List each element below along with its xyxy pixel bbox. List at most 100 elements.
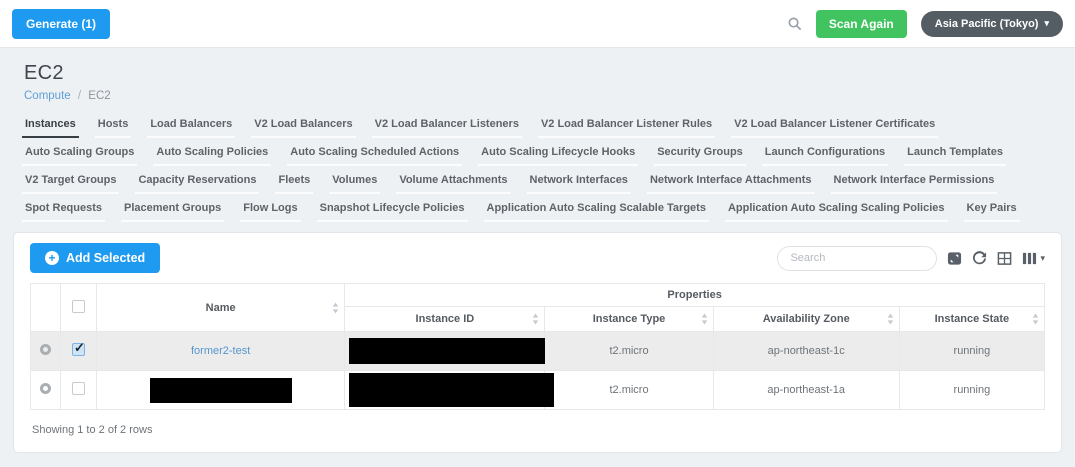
column-label: Availability Zone — [762, 313, 850, 325]
region-label: Asia Pacific (Tokyo) — [934, 17, 1039, 30]
tab-v2-load-balancer-listeners[interactable]: V2 Load Balancer Listeners — [371, 110, 522, 138]
tab-auto-scaling-lifecycle-hooks[interactable]: Auto Scaling Lifecycle Hooks — [478, 138, 639, 166]
table-card: + Add Selected ▾ — [13, 232, 1062, 453]
tab-auto-scaling-scheduled-actions[interactable]: Auto Scaling Scheduled Actions — [287, 138, 463, 166]
row-checkbox[interactable]: ✓ — [72, 382, 86, 395]
tab-flow-logs[interactable]: Flow Logs — [240, 194, 301, 222]
availability-zone-cell: ap-northeast-1a — [712, 370, 900, 410]
instance-name-link[interactable]: former2-test — [191, 345, 250, 357]
column-header-instance-type[interactable]: Instance Type — [544, 306, 714, 332]
column-header-name[interactable]: Name — [96, 283, 346, 332]
column-header-instance-id[interactable]: Instance ID — [344, 306, 546, 332]
sort-icon — [701, 313, 708, 325]
generate-button[interactable]: Generate (1) — [12, 8, 111, 39]
select-all-header: ✓ — [60, 283, 98, 332]
tab-v2-load-balancer-listener-certificates[interactable]: V2 Load Balancer Listener Certificates — [731, 110, 939, 138]
tab-snapshot-lifecycle-policies[interactable]: Snapshot Lifecycle Policies — [316, 194, 468, 222]
tab-launch-templates[interactable]: Launch Templates — [904, 138, 1006, 166]
expand-cell — [29, 370, 62, 410]
tab-auto-scaling-groups[interactable]: Auto Scaling Groups — [22, 138, 138, 166]
tab-volumes[interactable]: Volumes — [329, 166, 381, 194]
sort-icon — [1032, 313, 1039, 325]
add-selected-button[interactable]: + Add Selected — [30, 243, 161, 273]
search-icon[interactable] — [787, 16, 802, 31]
column-label: Instance ID — [415, 313, 475, 325]
tab-network-interface-permissions[interactable]: Network Interface Permissions — [830, 166, 998, 194]
row-checkbox[interactable]: ✓ — [72, 340, 86, 356]
tab-load-balancers[interactable]: Load Balancers — [147, 110, 236, 138]
table-row: ✓ t2.micro ap-northeast-1a running — [29, 370, 1046, 410]
availability-zone-cell: ap-northeast-1c — [712, 331, 900, 371]
card-toolbar: + Add Selected ▾ — [30, 243, 1045, 273]
table-toolbar-right: ▾ — [777, 245, 1045, 271]
column-label: Name — [205, 301, 236, 314]
tab-security-groups[interactable]: Security Groups — [654, 138, 746, 166]
tab-network-interface-attachments[interactable]: Network Interface Attachments — [646, 166, 815, 194]
tab-v2-load-balancers[interactable]: V2 Load Balancers — [251, 110, 356, 138]
tab-v2-target-groups[interactable]: V2 Target Groups — [22, 166, 120, 194]
column-label: Instance Type — [592, 313, 666, 325]
instances-table: ✓ Name Properties Instance ID Insta — [29, 283, 1046, 410]
tab-key-pairs[interactable]: Key Pairs — [963, 194, 1020, 222]
column-group-properties: Properties — [344, 283, 1045, 307]
column-label: Instance State — [934, 313, 1010, 325]
sort-icon — [887, 313, 894, 325]
breadcrumb-separator: / — [77, 90, 82, 102]
tab-hosts[interactable]: Hosts — [94, 110, 132, 138]
tab-placement-groups[interactable]: Placement Groups — [121, 194, 225, 222]
expand-row-icon[interactable] — [40, 344, 51, 355]
redacted-name — [149, 377, 292, 403]
topbar: Generate (1) Scan Again Asia Pacific (To… — [0, 0, 1075, 48]
tab-network-interfaces[interactable]: Network Interfaces — [526, 166, 631, 194]
instance-type-cell: t2.micro — [544, 370, 714, 410]
redacted-instance-id — [349, 373, 555, 407]
breadcrumb-current: EC2 — [88, 90, 111, 102]
name-cell — [96, 370, 346, 410]
columns-dropdown-icon[interactable]: ▾ — [1022, 251, 1045, 266]
refresh-icon[interactable] — [972, 250, 987, 266]
select-all-checkbox[interactable]: ✓ — [72, 299, 86, 313]
topbar-right: Scan Again Asia Pacific (Tokyo) ▾ — [787, 9, 1063, 38]
instance-id-cell — [344, 370, 555, 410]
tab-fleets[interactable]: Fleets — [275, 166, 314, 194]
tab-auto-scaling-policies[interactable]: Auto Scaling Policies — [153, 138, 272, 166]
select-cell: ✓ — [60, 370, 98, 410]
page-header: EC2 Compute / EC2 — [0, 48, 1075, 104]
redacted-instance-id — [349, 338, 555, 364]
expand-cell — [29, 331, 62, 371]
tab-instances[interactable]: Instances — [22, 110, 79, 138]
pagination-info: Showing 1 to 2 of 2 rows — [32, 424, 153, 436]
toggle-view-icon[interactable] — [997, 251, 1012, 266]
sort-icon — [532, 313, 539, 325]
page-title: EC2 — [24, 62, 64, 84]
tab-volume-attachments[interactable]: Volume Attachments — [396, 166, 511, 194]
fullscreen-icon[interactable] — [947, 251, 962, 266]
breadcrumb: Compute / EC2 — [24, 90, 1051, 102]
sort-icon — [332, 302, 339, 313]
add-selected-label: Add Selected — [66, 251, 146, 265]
breadcrumb-compute-link[interactable]: Compute — [24, 90, 71, 102]
table-search-input[interactable] — [777, 245, 938, 271]
tab-capacity-reservations[interactable]: Capacity Reservations — [135, 166, 260, 194]
column-header-instance-state[interactable]: Instance State — [898, 306, 1046, 332]
caret-down-icon: ▾ — [1044, 18, 1049, 28]
tab-application-auto-scaling-scaling-policies[interactable]: Application Auto Scaling Scaling Policie… — [724, 194, 948, 222]
expand-column-header — [29, 283, 62, 332]
tab-v2-load-balancer-listener-rules[interactable]: V2 Load Balancer Listener Rules — [537, 110, 716, 138]
instance-state-cell: running — [898, 331, 1046, 371]
tab-spot-requests[interactable]: Spot Requests — [22, 194, 106, 222]
instance-state-cell: running — [898, 370, 1046, 410]
region-dropdown[interactable]: Asia Pacific (Tokyo) ▾ — [920, 10, 1063, 37]
name-cell: former2-test — [96, 331, 346, 371]
resource-tabs: Instances Hosts Load Balancers V2 Load Bala… — [0, 104, 1062, 222]
column-header-availability-zone[interactable]: Availability Zone — [712, 306, 900, 332]
expand-row-icon[interactable] — [40, 383, 51, 394]
table-row: ✓ former2-test t2.micro ap-northeast-1c … — [29, 331, 1046, 371]
scan-again-button[interactable]: Scan Again — [815, 9, 907, 38]
tab-application-auto-scaling-scalable-targets[interactable]: Application Auto Scaling Scalable Target… — [483, 194, 709, 222]
plus-icon: + — [45, 251, 59, 265]
caret-down-icon: ▾ — [1040, 252, 1045, 263]
instance-type-cell: t2.micro — [544, 331, 714, 371]
instance-id-cell — [344, 331, 555, 371]
tab-launch-configurations[interactable]: Launch Configurations — [761, 138, 889, 166]
